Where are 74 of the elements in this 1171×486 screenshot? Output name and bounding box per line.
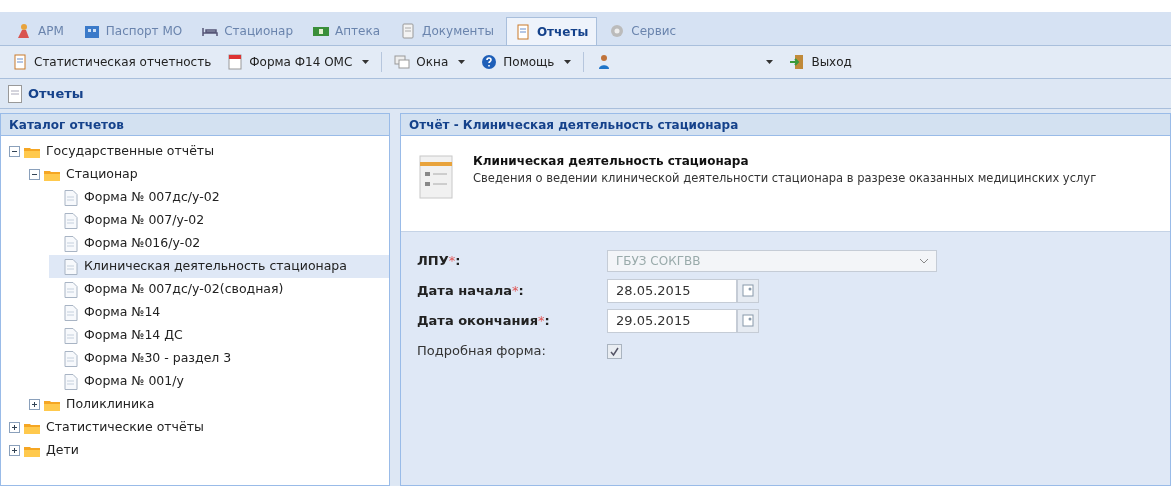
field-label: Подробная форма <box>417 342 542 361</box>
date-field[interactable]: 28.05.2015 <box>607 279 737 303</box>
collapse-icon[interactable] <box>29 169 40 180</box>
tree-item[interactable]: Форма № 007дс/у-02 <box>49 186 389 209</box>
tree-item[interactable]: Форма №30 - раздел 3 <box>49 347 389 370</box>
file-icon <box>64 189 78 206</box>
report-icon <box>514 23 531 40</box>
toolbar-button[interactable]: Статистическая отчетность <box>8 50 216 74</box>
tree-item[interactable]: Форма №016/у-02 <box>49 232 389 255</box>
tree-item[interactable]: Стационар <box>29 163 389 186</box>
caret-icon <box>564 60 572 64</box>
file-icon <box>64 304 78 321</box>
file-icon <box>64 258 78 275</box>
windows-icon <box>394 54 411 70</box>
file-icon <box>64 212 78 229</box>
toolbar-button[interactable]: Форма Ф14 ОМС <box>223 50 374 74</box>
tree-item[interactable]: Форма № 007/у-02 <box>49 209 389 232</box>
field-label: ЛПУ <box>417 252 449 271</box>
document-icon <box>400 23 417 39</box>
file-icon <box>64 350 78 367</box>
caret-icon <box>362 60 370 64</box>
tree-item[interactable]: Клиническая деятельность стационара <box>49 255 389 278</box>
file-icon <box>64 373 78 390</box>
tree-item[interactable]: Форма №14 <box>49 301 389 324</box>
field-label: Дата начала <box>417 282 512 301</box>
folder-icon <box>24 145 40 158</box>
toolbar-button[interactable]: Выход <box>785 50 856 74</box>
gear-icon <box>609 23 626 39</box>
tab[interactable]: Отчеты <box>505 17 598 45</box>
tree-item[interactable]: Дети <box>9 439 389 462</box>
tree-item[interactable]: Форма №14 ДС <box>49 324 389 347</box>
tree-item[interactable]: Государственные отчёты <box>9 140 389 163</box>
required-mark: * <box>538 312 545 331</box>
tree-item[interactable]: Поликлиника <box>29 393 389 416</box>
collapse-icon[interactable] <box>9 146 20 157</box>
date-field[interactable]: 29.05.2015 <box>607 309 737 333</box>
report-description: Сведения о ведении клинической деятельности стационара в разрезе оказанных медицинских услуг <box>473 170 1097 187</box>
panel-header: Отчёт - Клиническая деятельность стационара <box>401 114 1170 136</box>
required-mark: * <box>448 252 456 271</box>
person-icon <box>16 23 32 39</box>
building-icon <box>83 23 100 39</box>
file-icon <box>64 327 78 344</box>
label-colon: : <box>544 312 550 331</box>
required-mark: * <box>511 282 519 301</box>
checkbox[interactable] <box>607 343 622 359</box>
expand-icon[interactable] <box>9 445 20 456</box>
field-label: Дата окончания <box>417 312 538 331</box>
caret-icon <box>766 60 774 64</box>
label-colon: : <box>518 282 524 301</box>
expand-icon[interactable] <box>29 399 40 410</box>
calendar-icon <box>227 54 244 70</box>
page-title: Отчеты <box>28 84 84 103</box>
tree-item[interactable]: Форма № 001/у <box>49 370 389 393</box>
toolbar-button[interactable]: Помощь <box>477 50 576 74</box>
label-colon: : <box>541 342 546 361</box>
label-colon: : <box>455 252 461 271</box>
folder-icon <box>44 168 60 181</box>
folder-icon <box>24 444 40 457</box>
caret-icon <box>458 60 466 64</box>
tree-item[interactable]: Статистические отчёты <box>9 416 389 439</box>
file-icon <box>64 281 78 298</box>
report-name: Клиническая деятельность стационара <box>473 153 750 170</box>
report-icon <box>8 84 22 103</box>
chevron-icon <box>920 258 928 264</box>
file-icon <box>64 235 78 252</box>
tree-item[interactable]: Форма № 007дс/у-02(сводная) <box>49 278 389 301</box>
exit-icon <box>789 54 806 70</box>
report-icon <box>12 54 28 70</box>
help-icon <box>481 54 498 70</box>
panel-header: Каталог отчетов <box>1 114 389 136</box>
folder-icon <box>24 421 40 434</box>
toolbar-button[interactable]: Окна <box>390 50 470 74</box>
folder-icon <box>44 398 60 411</box>
expand-icon[interactable] <box>9 422 20 433</box>
